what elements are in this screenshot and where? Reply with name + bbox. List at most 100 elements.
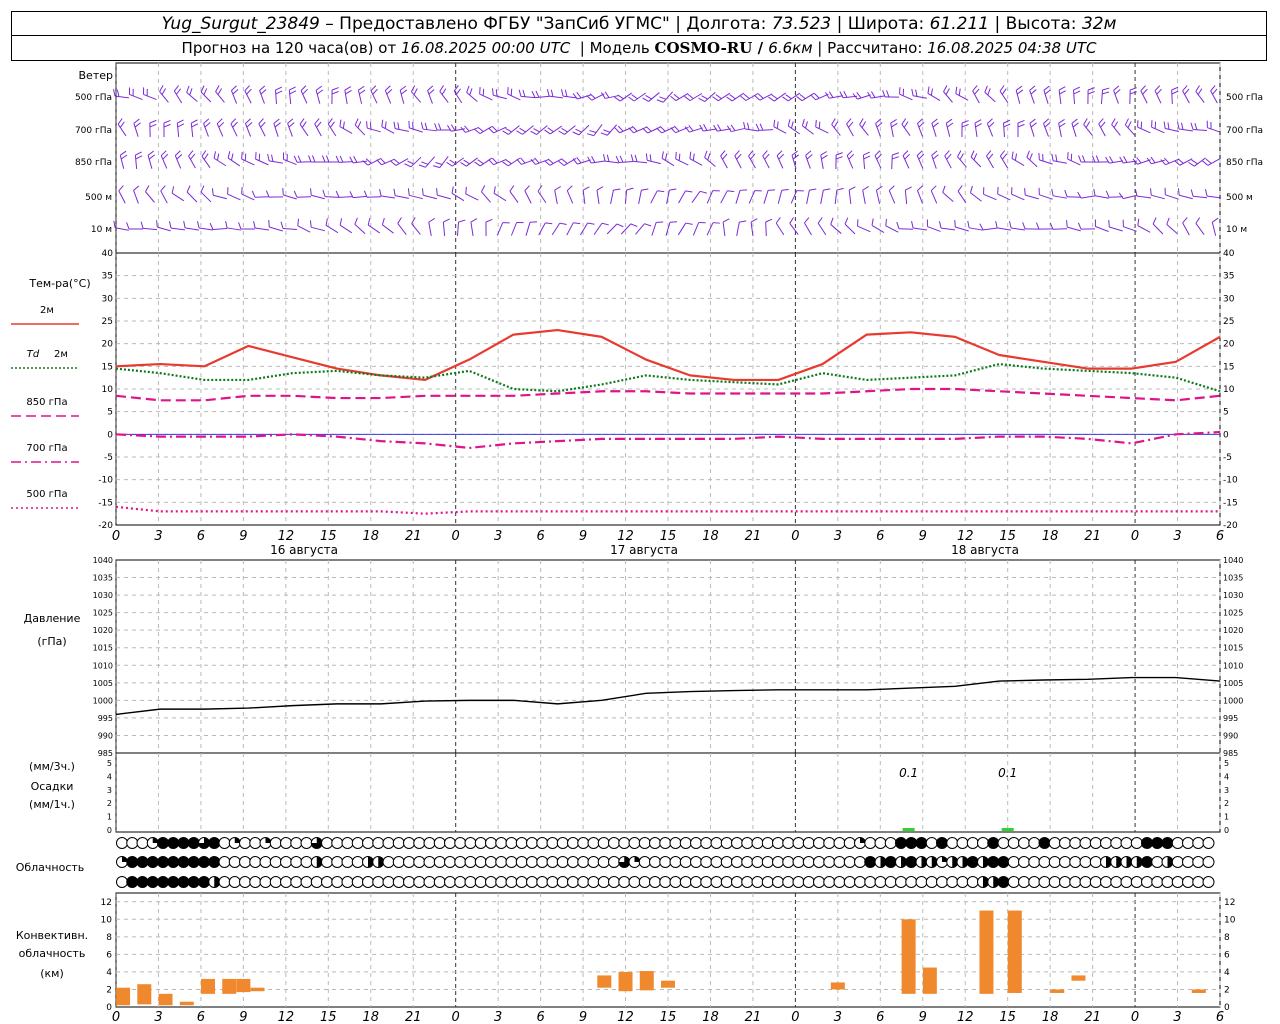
wind-barb-shaft — [831, 124, 841, 136]
precip-unit-top: (мм/3ч.) — [29, 760, 75, 773]
wind-barb-feather — [550, 89, 554, 97]
cloud-symbol-outline — [505, 856, 518, 868]
cloud-symbol — [977, 856, 989, 868]
wind-barb-feather — [160, 150, 167, 156]
wind-barb-feather — [175, 88, 182, 95]
wind-barb-shaft — [735, 190, 741, 204]
wind-barb-shaft — [983, 193, 997, 201]
precip-ytick-left: 5 — [107, 759, 112, 768]
cloud-symbol-outline — [433, 837, 446, 849]
wind-level-label-right: 850 гПа — [1226, 158, 1263, 168]
cloud-symbol — [1079, 876, 1092, 888]
wind-barb-feather — [734, 150, 740, 157]
wind-barb-feather — [1194, 122, 1198, 130]
temp-legend-0: 2м — [40, 305, 54, 316]
cloud-symbol — [1130, 837, 1143, 849]
wind-barb-feather — [896, 221, 900, 229]
cloud-symbol-fill — [167, 876, 179, 888]
convective-ytick-right: 8 — [1224, 933, 1230, 943]
cloud-symbol-outline — [351, 856, 364, 868]
wind-barb-feather — [1136, 157, 1142, 164]
cloud-symbol-outline — [372, 837, 385, 849]
wind-barb-shaft — [1026, 156, 1038, 168]
convective-xtick: 12 — [617, 1010, 634, 1024]
temp-xtick: 12 — [957, 529, 974, 544]
wind-barb-feather — [717, 124, 722, 131]
cloud-symbol-outline — [341, 876, 354, 888]
temp-legend-2: 850 гПа — [26, 397, 67, 408]
precip-ytick-right: 3 — [1224, 786, 1229, 795]
wind-barb-shaft — [1011, 158, 1025, 166]
cloud-symbol — [126, 856, 139, 868]
wind-barb-feather — [730, 124, 736, 131]
cloud-symbol — [884, 856, 897, 868]
wind-barb-feather — [147, 150, 154, 156]
precip-unit-bottom: (мм/1ч.) — [29, 798, 75, 811]
wind-level-label-left: 850 гПа — [75, 158, 112, 168]
wind-level-label-left: 10 м — [91, 225, 112, 235]
wind-barb-shaft — [524, 190, 532, 204]
wind-barb-feather — [1129, 91, 1137, 95]
wind-barb-shaft — [442, 221, 446, 237]
wind-barb-shaft — [176, 122, 180, 138]
wind-barb-feather — [1156, 88, 1162, 95]
wind-barb-shaft — [736, 222, 740, 236]
wind-barb-feather — [558, 160, 565, 166]
temp-grid-ytick-right: 15 — [1223, 362, 1234, 372]
wind-barb-feather — [492, 88, 494, 96]
wind-barb-shaft — [1136, 195, 1152, 199]
cloud-symbol — [433, 876, 446, 888]
convective-xtick: 21 — [1084, 1010, 1101, 1024]
convective-bar — [158, 993, 173, 1006]
wind-barb-shaft — [311, 226, 325, 232]
wind-barb-feather — [799, 93, 806, 100]
wind-barb-feather — [1188, 161, 1195, 167]
cloud-symbol — [146, 837, 159, 849]
temp-xtick: 3 — [154, 529, 162, 544]
cloud-symbol — [167, 876, 180, 888]
cloud-symbol-fill — [864, 856, 876, 868]
temp-xtick: 6 — [536, 529, 544, 544]
wind-barb-shaft — [1171, 89, 1173, 105]
cloud-symbol-fill — [137, 856, 148, 868]
wind-barb-shaft — [311, 194, 325, 200]
wind-barb-shaft — [1151, 126, 1165, 134]
cloud-symbol-outline — [351, 837, 364, 849]
pressure-unit: (гПа) — [37, 635, 66, 648]
pressure-grid-ytick-left: 1030 — [93, 591, 113, 600]
wind-barb-feather — [177, 123, 185, 128]
wind-barb-feather — [586, 95, 593, 101]
cloud-symbol — [700, 837, 713, 849]
cloud-symbol-outline — [218, 856, 231, 868]
cloud-symbol — [1028, 837, 1041, 849]
wind-barb-feather — [932, 154, 939, 160]
cloud-symbol — [823, 876, 836, 888]
wind-barb-feather — [561, 127, 568, 133]
convective-xtick: 0 — [1131, 1010, 1139, 1024]
cloud-symbol-outline — [833, 837, 846, 849]
cloud-symbol — [218, 856, 231, 868]
cloud-symbol-outline — [300, 856, 313, 868]
cloud-symbol-outline — [526, 856, 538, 868]
wind-barb-feather — [386, 88, 393, 95]
wind-barb-feather — [117, 118, 123, 125]
wind-barb-feather — [189, 88, 193, 96]
wind-barb-feather — [1171, 90, 1179, 95]
wind-barb-shaft — [1011, 193, 1025, 201]
cloud-symbol-outline — [782, 837, 795, 849]
cloud-symbol — [751, 837, 764, 849]
precip-bar — [1001, 828, 1014, 831]
wind-barb-feather — [1043, 85, 1050, 91]
cloud-symbol-outline — [331, 837, 344, 849]
cloud-symbol-outline — [413, 876, 426, 888]
wind-barb-feather — [464, 125, 470, 132]
cloud-symbol — [269, 876, 282, 888]
wind-barb-feather — [534, 157, 540, 164]
cloud-symbol-outline — [925, 837, 938, 849]
cloud-symbol-outline — [649, 876, 661, 888]
cloud-symbol — [1130, 856, 1143, 868]
wind-barb-feather — [145, 185, 150, 192]
cloud-symbol-outline — [1151, 876, 1164, 888]
cloud-symbol-outline — [1202, 837, 1215, 849]
wind-barb-shaft — [859, 124, 869, 136]
